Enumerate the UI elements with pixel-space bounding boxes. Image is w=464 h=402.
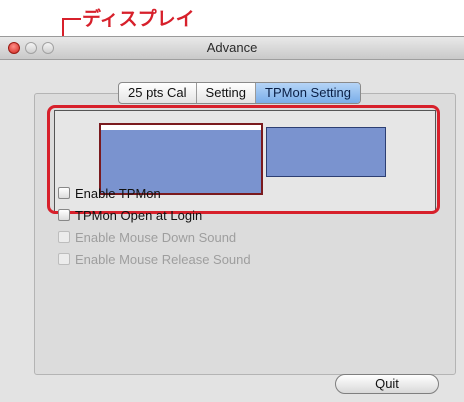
mouse-down-sound-checkbox[interactable] (58, 231, 70, 243)
tab-setting[interactable]: Setting (197, 83, 257, 103)
open-at-login-checkbox[interactable] (58, 209, 70, 221)
mouse-release-sound-checkbox[interactable] (58, 253, 70, 265)
open-at-login-label: TPMon Open at Login (75, 207, 203, 223)
advance-window: Advance 25 pts Cal Setting TPMon Setting… (0, 36, 464, 402)
enable-tpmon-checkbox[interactable] (58, 187, 70, 199)
callout-line-horizontal (62, 18, 81, 20)
window-title: Advance (206, 40, 258, 55)
quit-button[interactable]: Quit (335, 374, 439, 394)
title-bar[interactable]: Advance (0, 37, 464, 60)
tab-bar: 25 pts Cal Setting TPMon Setting (118, 82, 362, 104)
tab-25-pts-cal[interactable]: 25 pts Cal (119, 83, 197, 103)
enable-tpmon-option[interactable]: Enable TPMon (58, 185, 161, 201)
mouse-down-sound-option[interactable]: Enable Mouse Down Sound (58, 229, 236, 245)
mouse-release-sound-option[interactable]: Enable Mouse Release Sound (58, 251, 251, 267)
tab-tpmon-setting[interactable]: TPMon Setting (256, 83, 361, 103)
enable-tpmon-label: Enable TPMon (75, 185, 161, 201)
mouse-release-sound-label: Enable Mouse Release Sound (75, 251, 251, 267)
open-at-login-option[interactable]: TPMon Open at Login (58, 207, 202, 223)
mouse-down-sound-label: Enable Mouse Down Sound (75, 229, 237, 245)
callout-label: ディスプレイ (82, 8, 195, 30)
